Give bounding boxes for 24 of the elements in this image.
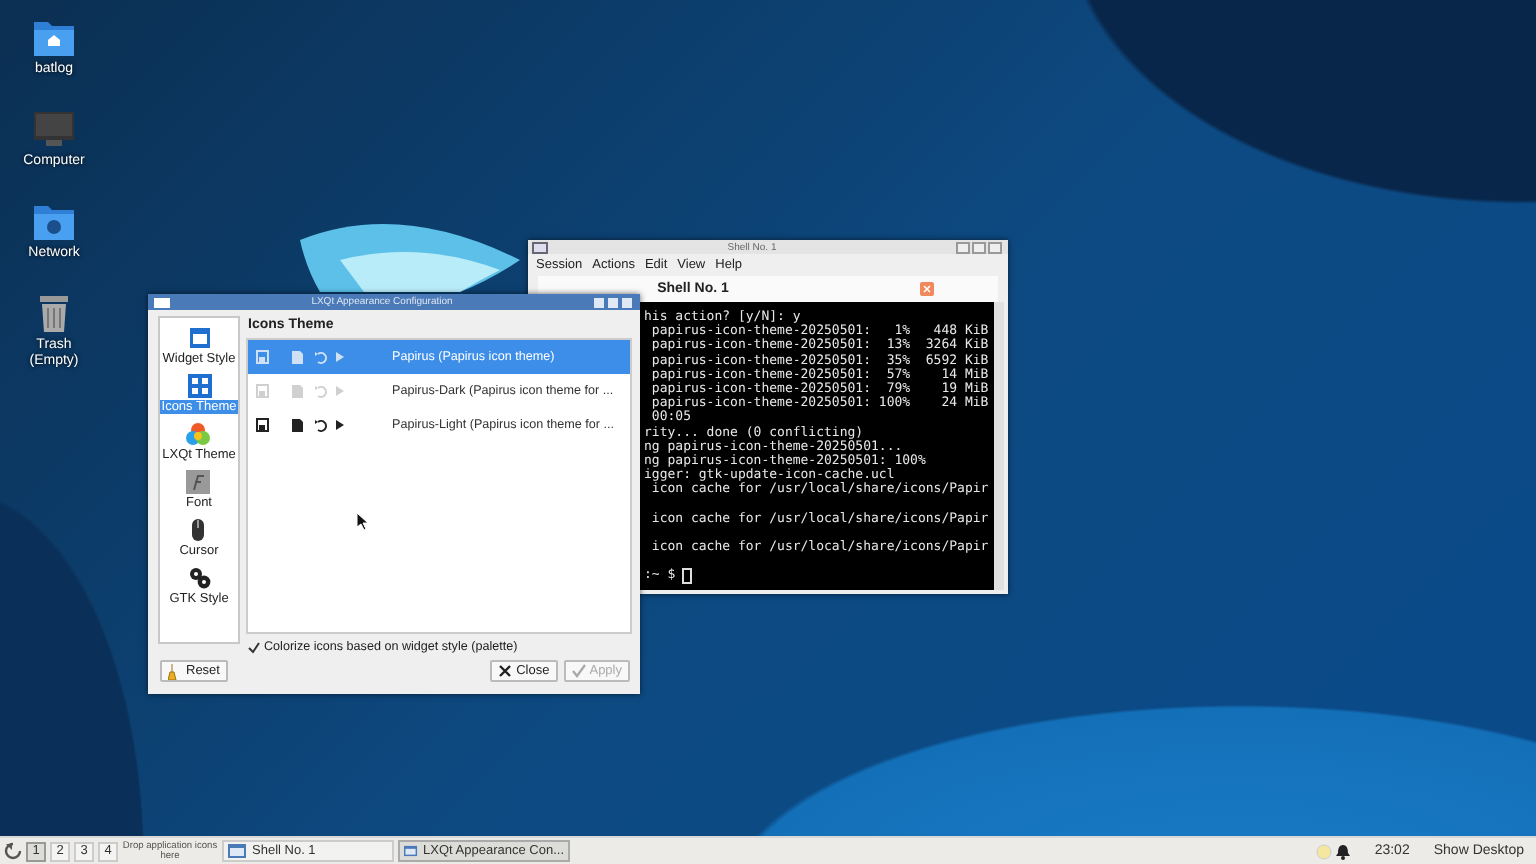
close-icon xyxy=(498,663,513,679)
window-menu-icon[interactable] xyxy=(532,241,548,253)
pointer-icon xyxy=(356,512,368,530)
window-icon xyxy=(404,844,418,858)
grid-icon[interactable] xyxy=(187,374,211,398)
theme-preview-icon xyxy=(256,418,344,432)
font-icon[interactable] xyxy=(186,470,211,494)
gears-icon[interactable] xyxy=(187,566,211,590)
theme-preview-icon xyxy=(256,384,344,398)
color-wheel-icon[interactable] xyxy=(186,422,211,446)
brush-icon xyxy=(168,663,182,679)
text-cursor xyxy=(681,567,693,584)
window-icon xyxy=(228,844,246,858)
bell-icon[interactable] xyxy=(1336,843,1351,859)
theme-preview-icon xyxy=(256,350,344,364)
checkmark-icon xyxy=(248,641,260,653)
scrollbar[interactable] xyxy=(994,302,1004,590)
checkmark-icon xyxy=(571,663,586,679)
home-folder-icon[interactable] xyxy=(32,16,76,58)
start-menu-icon[interactable] xyxy=(4,842,22,860)
network-folder-icon[interactable] xyxy=(32,200,76,242)
checkbox[interactable] xyxy=(248,641,260,653)
window-icon[interactable] xyxy=(187,326,211,350)
window-controls-icon[interactable] xyxy=(593,297,634,307)
